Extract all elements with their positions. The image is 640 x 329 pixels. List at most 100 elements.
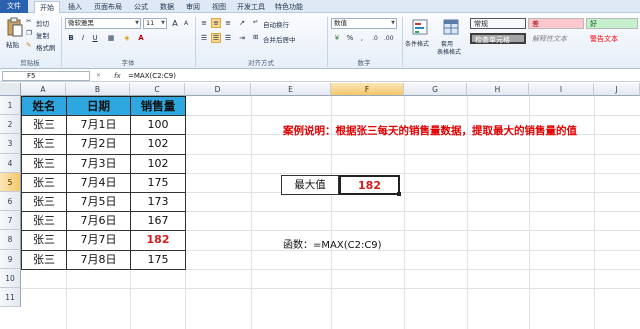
table-cell[interactable]: 7月4日 [66, 172, 131, 193]
fx-icon[interactable]: fx [114, 70, 121, 82]
max-value-cell[interactable]: 182 [339, 175, 400, 195]
row-header-1[interactable]: 1 [0, 96, 21, 116]
name-box[interactable]: F5 [2, 71, 90, 81]
table-cell[interactable]: 173 [130, 192, 186, 213]
conditional-format-button[interactable]: 条件格式 [405, 17, 435, 57]
table-cell[interactable]: 7月2日 [66, 134, 131, 155]
column-header-i[interactable]: I [529, 83, 594, 96]
underline-button[interactable]: U [90, 33, 100, 43]
tab-page-layout[interactable]: 页面布局 [90, 1, 126, 13]
merge-center-button[interactable]: ⊞ 合并后居中 [253, 33, 323, 44]
style-bad[interactable]: 差 [528, 18, 584, 29]
tab-special[interactable]: 特色功能 [272, 1, 306, 13]
column-header-f[interactable]: F [331, 83, 404, 96]
table-cell[interactable]: 张三 [21, 192, 67, 213]
align-bottom-icon[interactable]: ≡ [223, 18, 233, 28]
table-cell[interactable]: 102 [130, 134, 186, 155]
table-cell[interactable]: 102 [130, 153, 186, 174]
column-header-e[interactable]: E [251, 83, 331, 96]
table-cell[interactable]: 167 [130, 211, 186, 232]
max-label-cell[interactable]: 最大值 [281, 175, 339, 195]
row-header-2[interactable]: 2 [0, 115, 21, 135]
align-right-icon[interactable]: ☰ [223, 33, 233, 43]
tab-insert[interactable]: 插入 [64, 1, 86, 13]
row-header-8[interactable]: 8 [0, 230, 21, 250]
tab-developer[interactable]: 开发工具 [234, 1, 268, 13]
column-header-a[interactable]: A [21, 83, 66, 96]
table-cell[interactable]: 182 [130, 230, 186, 251]
grow-font-icon[interactable]: A [170, 18, 180, 28]
table-cell[interactable]: 175 [130, 172, 186, 193]
increase-decimal-icon[interactable]: .0 [370, 33, 380, 43]
wrap-text-button[interactable]: ↵ 自动换行 [253, 18, 317, 29]
column-header-b[interactable]: B [66, 83, 130, 96]
tab-data[interactable]: 数据 [156, 1, 178, 13]
table-cell[interactable]: 7月7日 [66, 230, 131, 251]
style-warning[interactable]: 警告文本 [586, 33, 638, 44]
paste-button[interactable]: 粘贴 [4, 17, 26, 55]
tab-home[interactable]: 开始 [34, 1, 60, 13]
percent-icon[interactable]: % [345, 33, 355, 43]
column-header-j[interactable]: J [594, 83, 640, 96]
orientation-icon[interactable]: ↗ [237, 18, 247, 28]
align-middle-icon[interactable]: ≡ [211, 18, 221, 28]
formula-input[interactable]: =MAX(C2:C9) [128, 70, 176, 82]
table-header-cell[interactable]: 姓名 [21, 96, 67, 117]
row-header-7[interactable]: 7 [0, 211, 21, 231]
select-all-corner[interactable] [0, 83, 21, 96]
row-header-10[interactable]: 10 [0, 268, 21, 288]
row-header-5[interactable]: 5 [0, 172, 21, 192]
currency-icon[interactable]: ¥ [332, 33, 342, 43]
shrink-font-icon[interactable]: A [181, 18, 191, 28]
table-cell[interactable]: 7月3日 [66, 153, 131, 174]
table-cell[interactable]: 7月6日 [66, 211, 131, 232]
align-left-icon[interactable]: ☰ [199, 33, 209, 43]
tab-review[interactable]: 审阅 [182, 1, 204, 13]
style-normal[interactable]: 常规 [470, 18, 526, 29]
cancel-icon[interactable]: ✕ [96, 72, 101, 79]
tab-file[interactable]: 文件 [0, 0, 28, 13]
border-icon[interactable]: ▦ [106, 33, 116, 43]
style-explanatory[interactable]: 解释性文本 [528, 33, 584, 44]
table-cell[interactable]: 100 [130, 115, 186, 136]
table-cell[interactable]: 175 [130, 249, 186, 270]
align-top-icon[interactable]: ≡ [199, 18, 209, 28]
tab-view[interactable]: 视图 [208, 1, 230, 13]
column-header-d[interactable]: D [185, 83, 251, 96]
fill-handle[interactable] [397, 192, 401, 196]
column-header-g[interactable]: G [404, 83, 467, 96]
copy-button[interactable]: ❐ 复制 [26, 29, 60, 40]
row-header-9[interactable]: 9 [0, 249, 21, 269]
table-cell[interactable]: 张三 [21, 249, 67, 270]
row-header-6[interactable]: 6 [0, 192, 21, 212]
tab-formulas[interactable]: 公式 [130, 1, 152, 13]
decrease-decimal-icon[interactable]: .00 [383, 33, 394, 43]
table-cell[interactable]: 张三 [21, 230, 67, 251]
table-header-cell[interactable]: 销售量 [130, 96, 186, 117]
table-cell[interactable]: 张三 [21, 153, 67, 174]
number-format-select[interactable]: 数值 ▼ [331, 18, 397, 29]
table-cell[interactable]: 张三 [21, 115, 67, 136]
table-cell[interactable]: 张三 [21, 211, 67, 232]
row-header-4[interactable]: 4 [0, 153, 21, 173]
comma-icon[interactable]: , [357, 33, 367, 43]
table-cell[interactable]: 张三 [21, 172, 67, 193]
font-color-icon[interactable]: A [136, 33, 146, 43]
align-center-icon[interactable]: ☰ [211, 33, 221, 43]
table-cell[interactable]: 张三 [21, 134, 67, 155]
row-header-11[interactable]: 11 [0, 288, 21, 308]
indent-icon[interactable]: ⇥ [237, 33, 247, 43]
column-header-h[interactable]: H [467, 83, 529, 96]
cut-button[interactable]: ✂ 剪切 [26, 17, 60, 28]
format-painter-button[interactable]: ✎ 格式刷 [26, 41, 60, 52]
bold-button[interactable]: B [66, 33, 76, 43]
font-size-select[interactable]: 11 ▼ [143, 18, 167, 29]
table-cell[interactable]: 7月5日 [66, 192, 131, 213]
font-name-select[interactable]: 微软雅黑 ▼ [65, 18, 141, 29]
fill-color-icon[interactable]: ◈ [122, 33, 132, 43]
column-header-c[interactable]: C [130, 83, 185, 96]
table-header-cell[interactable]: 日期 [66, 96, 131, 117]
table-cell[interactable]: 7月8日 [66, 249, 131, 270]
style-good[interactable]: 好 [586, 18, 638, 29]
table-cell[interactable]: 7月1日 [66, 115, 131, 136]
